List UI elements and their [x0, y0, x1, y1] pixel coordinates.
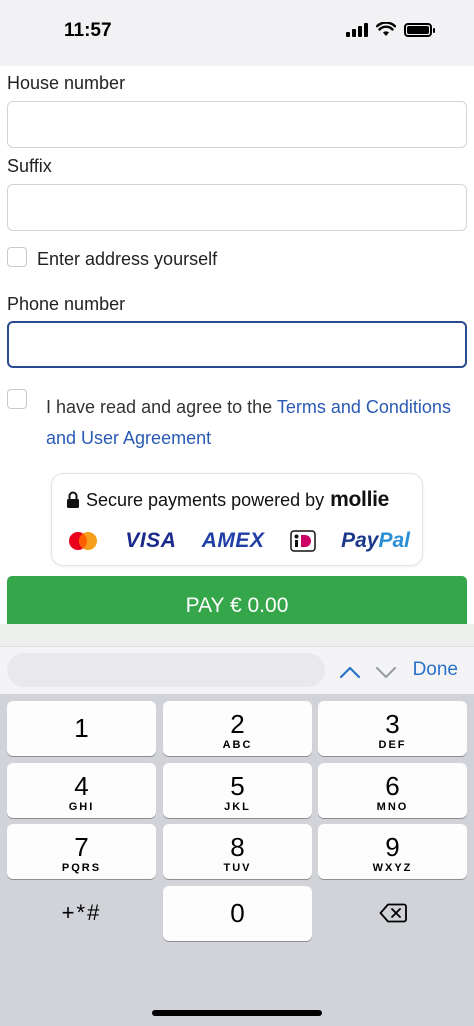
cellular-signal-icon	[346, 22, 368, 37]
battery-icon	[404, 22, 435, 37]
key-2[interactable]: 2 ABC	[163, 701, 312, 756]
key-8-letters: TUV	[223, 862, 252, 874]
suffix-input[interactable]	[7, 184, 467, 231]
status-icons	[346, 22, 435, 37]
enter-address-label[interactable]: Enter address yourself	[37, 249, 217, 270]
house-number-input[interactable]	[7, 101, 467, 148]
backspace-icon	[379, 903, 407, 923]
phone-number-label: Phone number	[7, 294, 126, 314]
key-4-digit: 4	[74, 771, 89, 801]
house-number-label: House number	[7, 73, 126, 93]
secure-payments-line: Secure payments powered by mollie	[66, 488, 389, 512]
key-1[interactable]: 1	[7, 701, 156, 756]
wifi-icon	[376, 22, 396, 36]
key-0[interactable]: 0	[163, 886, 312, 941]
key-2-digit: 2	[230, 709, 245, 739]
status-time: 11:57	[64, 20, 112, 41]
lock-icon	[67, 491, 79, 508]
terms-text-prefix: I have read and agree to the	[46, 397, 277, 417]
key-5-digit: 5	[230, 771, 245, 801]
suffix-label: Suffix	[7, 156, 52, 176]
key-6-digit: 6	[385, 771, 400, 801]
key-1-digit: 1	[74, 713, 89, 743]
mollie-logo: mollie	[330, 488, 390, 511]
key-7-letters: PQRS	[61, 862, 102, 874]
keyboard-accessory-bar: Done	[0, 646, 474, 694]
payment-logos: VISA AMEX PayPal	[66, 529, 410, 553]
key-3[interactable]: 3 DEF	[318, 701, 467, 756]
done-button[interactable]: Done	[413, 659, 458, 681]
key-5[interactable]: 5 JKL	[163, 763, 312, 818]
status-bar: 11:57	[0, 0, 474, 66]
key-0-digit: 0	[230, 898, 245, 928]
terms-text: I have read and agree to the Terms and C…	[46, 392, 466, 454]
key-6[interactable]: 6 MNO	[318, 763, 467, 818]
numeric-keypad: 1 2 ABC 3 DEF 4 GHI 5 JKL 6 MNO 7 PQRS 8…	[0, 694, 474, 1026]
key-2-letters: ABC	[222, 739, 253, 751]
terms-checkbox[interactable]	[7, 389, 27, 409]
chevron-up-icon[interactable]	[339, 661, 361, 683]
ideal-icon	[289, 530, 316, 552]
secure-payments-text: Secure payments powered by	[86, 489, 325, 510]
key-4-letters: GHI	[68, 801, 95, 813]
key-9-letters: WXYZ	[372, 862, 413, 874]
key-4[interactable]: 4 GHI	[7, 763, 156, 818]
paypal-logo-part2: Pal	[378, 529, 410, 552]
key-3-digit: 3	[385, 709, 400, 739]
key-8[interactable]: 8 TUV	[163, 824, 312, 879]
paypal-logo: PayPal	[341, 529, 410, 553]
key-9-digit: 9	[385, 832, 400, 862]
keyboard-edge-shade	[0, 624, 474, 646]
home-indicator[interactable]	[152, 1010, 322, 1016]
amex-logo: AMEX	[201, 529, 265, 552]
delete-key[interactable]	[318, 886, 467, 941]
autofill-suggestion-bar[interactable]	[7, 653, 325, 687]
key-5-letters: JKL	[224, 801, 251, 813]
symbols-key-label: +*#	[61, 900, 102, 925]
enter-address-checkbox[interactable]	[7, 247, 27, 267]
chevron-down-icon[interactable]	[375, 661, 397, 683]
key-6-letters: MNO	[376, 801, 409, 813]
paypal-logo-part1: Pay	[341, 529, 379, 552]
mastercard-icon	[69, 532, 97, 550]
key-9[interactable]: 9 WXYZ	[318, 824, 467, 879]
key-7[interactable]: 7 PQRS	[7, 824, 156, 879]
phone-number-input[interactable]	[7, 321, 467, 368]
key-3-letters: DEF	[378, 739, 407, 751]
symbols-key[interactable]: +*#	[7, 886, 156, 941]
key-7-digit: 7	[74, 832, 89, 862]
secure-payments-badge: Secure payments powered by mollie VISA A…	[51, 473, 423, 566]
visa-logo: VISA	[125, 529, 177, 552]
key-8-digit: 8	[230, 832, 245, 862]
